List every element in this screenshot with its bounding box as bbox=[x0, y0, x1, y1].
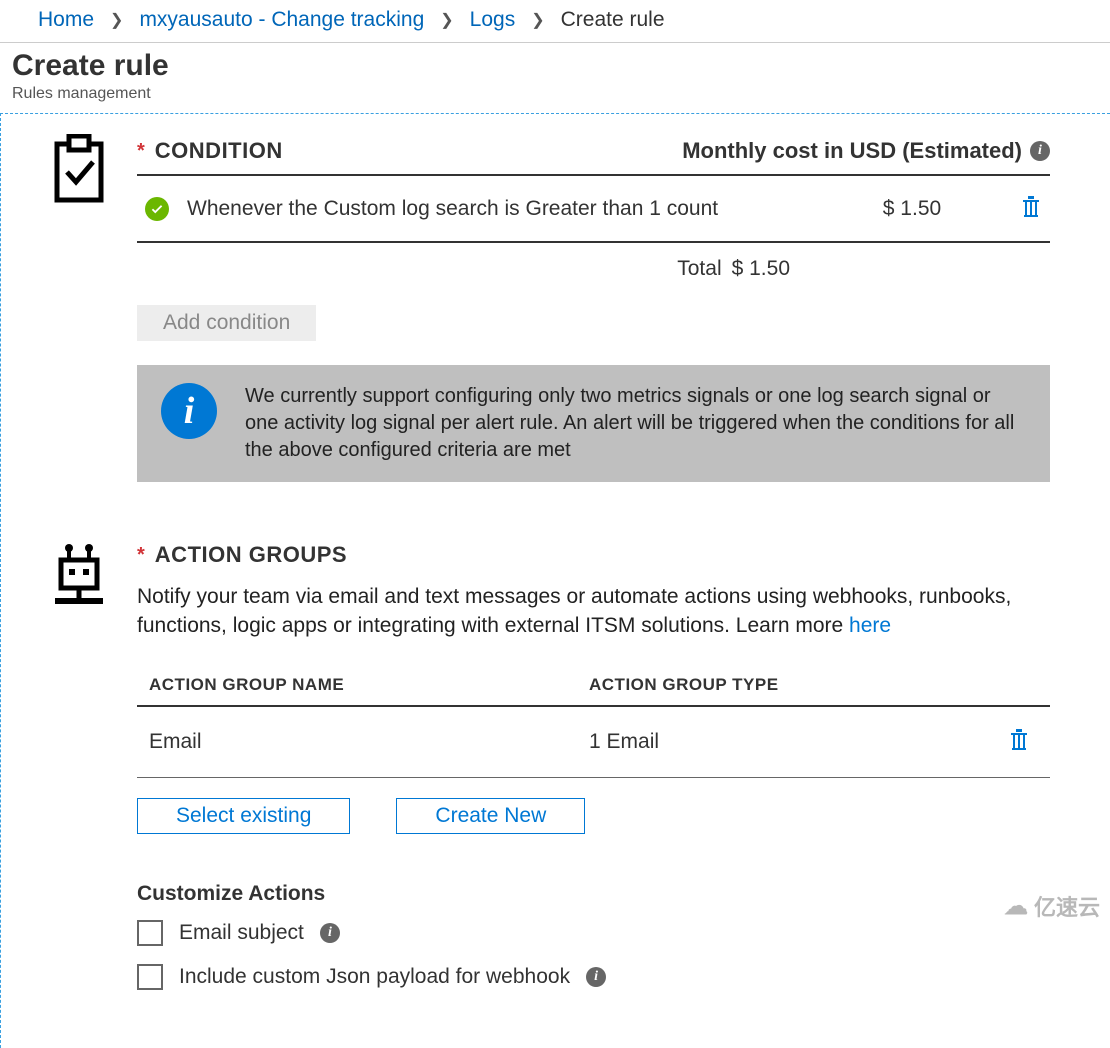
breadcrumb-resource[interactable]: mxyausauto - Change tracking bbox=[139, 8, 424, 32]
action-groups-section: * ACTION GROUPS Notify your team via ema… bbox=[49, 542, 1050, 1008]
create-new-button[interactable]: Create New bbox=[396, 798, 585, 834]
cloud-icon: ☁ bbox=[1004, 892, 1028, 921]
total-value: $ 1.50 bbox=[732, 257, 790, 281]
total-label: Total bbox=[677, 257, 721, 281]
condition-title: CONDITION bbox=[155, 138, 283, 164]
create-rule-panel: * CONDITION Monthly cost in USD (Estimat… bbox=[0, 113, 1110, 1048]
watermark: ☁ 亿速云 bbox=[1004, 890, 1100, 922]
required-asterisk: * bbox=[137, 140, 145, 163]
checkmark-icon bbox=[145, 197, 169, 221]
info-icon[interactable]: i bbox=[320, 923, 340, 943]
robot-icon bbox=[49, 542, 109, 1008]
breadcrumb: Home ❯ mxyausauto - Change tracking ❯ Lo… bbox=[0, 0, 1110, 43]
action-groups-title: ACTION GROUPS bbox=[155, 542, 347, 568]
info-icon: i bbox=[161, 383, 217, 439]
email-subject-checkbox[interactable] bbox=[137, 920, 163, 946]
customize-title: Customize Actions bbox=[137, 882, 1050, 906]
page-subtitle: Rules management bbox=[12, 85, 1098, 103]
webhook-payload-label: Include custom Json payload for webhook bbox=[179, 965, 570, 989]
condition-cost: $ 1.50 bbox=[812, 197, 1012, 221]
breadcrumb-home[interactable]: Home bbox=[38, 8, 94, 32]
action-group-table-header: ACTION GROUP NAME ACTION GROUP TYPE bbox=[137, 665, 1050, 707]
clipboard-check-icon bbox=[49, 134, 109, 482]
delete-action-group-button[interactable] bbox=[1000, 727, 1038, 757]
condition-section: * CONDITION Monthly cost in USD (Estimat… bbox=[49, 134, 1050, 482]
learn-more-link[interactable]: here bbox=[849, 614, 891, 637]
email-subject-label: Email subject bbox=[179, 921, 304, 945]
watermark-text: 亿速云 bbox=[1034, 890, 1100, 922]
page-title: Create rule bbox=[12, 49, 1098, 83]
breadcrumb-current: Create rule bbox=[561, 8, 665, 32]
chevron-right-icon: ❯ bbox=[110, 10, 123, 30]
action-groups-description: Notify your team via email and text mess… bbox=[137, 582, 1050, 641]
customize-actions: Customize Actions Email subject i Includ… bbox=[137, 882, 1050, 990]
cost-label: Monthly cost in USD (Estimated) bbox=[682, 138, 1022, 164]
breadcrumb-logs[interactable]: Logs bbox=[470, 8, 516, 32]
required-asterisk: * bbox=[137, 544, 145, 567]
action-group-row[interactable]: Email 1 Email bbox=[137, 707, 1050, 778]
column-action-group-type: ACTION GROUP TYPE bbox=[589, 675, 1038, 695]
info-icon[interactable]: i bbox=[1030, 141, 1050, 161]
action-group-name: Email bbox=[149, 730, 589, 754]
webhook-payload-checkbox[interactable] bbox=[137, 964, 163, 990]
condition-text: Whenever the Custom log search is Greate… bbox=[187, 197, 812, 221]
chevron-right-icon: ❯ bbox=[440, 10, 453, 30]
page-header: Create rule Rules management bbox=[0, 43, 1110, 113]
condition-row[interactable]: Whenever the Custom log search is Greate… bbox=[137, 176, 1050, 243]
info-text: We currently support configuring only tw… bbox=[245, 383, 1026, 464]
info-banner: i We currently support configuring only … bbox=[137, 365, 1050, 482]
add-condition-button[interactable]: Add condition bbox=[137, 305, 316, 341]
info-icon[interactable]: i bbox=[586, 967, 606, 987]
delete-condition-button[interactable] bbox=[1012, 194, 1050, 223]
action-group-type: 1 Email bbox=[589, 730, 1000, 754]
chevron-right-icon: ❯ bbox=[531, 10, 544, 30]
select-existing-button[interactable]: Select existing bbox=[137, 798, 350, 834]
column-action-group-name: ACTION GROUP NAME bbox=[149, 675, 589, 695]
